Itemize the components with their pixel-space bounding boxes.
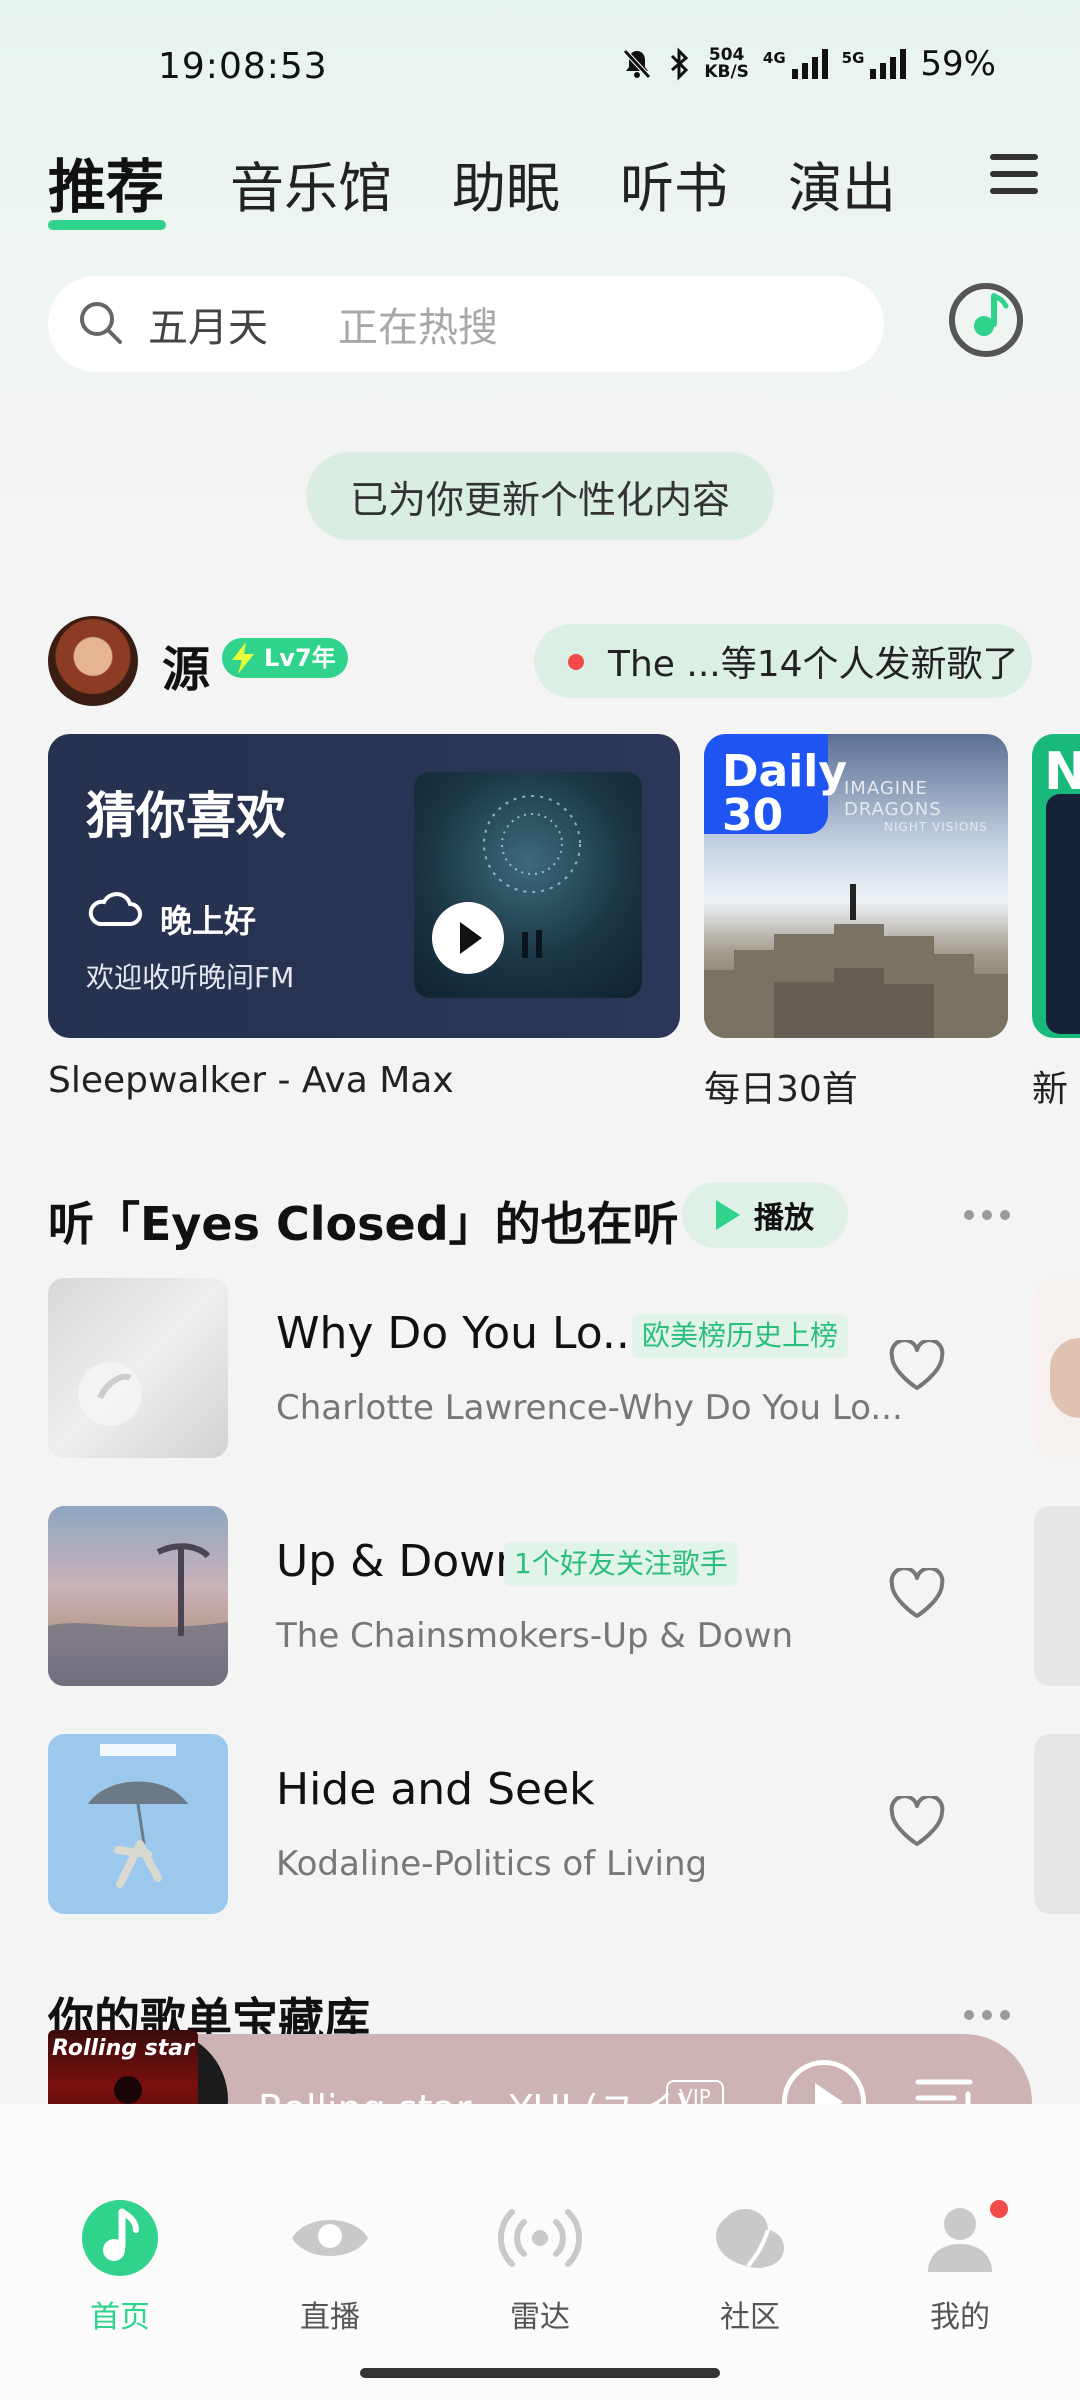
guess-you-like-card[interactable]: 猜你喜欢 晚上好 欢迎收听晚间FM — [48, 734, 680, 1038]
lightning-icon — [232, 642, 254, 674]
search-icon — [80, 302, 122, 344]
song-tag: 1个好友关注歌手 — [504, 1542, 738, 1586]
song-title: Hide and Seek — [276, 1764, 595, 1815]
nav-community[interactable]: 社区 — [680, 2196, 820, 2336]
search-bar[interactable]: 五月天 正在热搜 — [48, 276, 884, 372]
friends-new-songs-pill[interactable]: The ...等14个人发新歌了 — [534, 624, 1032, 698]
music-note-icon — [82, 2200, 158, 2276]
new-songs-card[interactable]: N — [1032, 734, 1080, 1038]
bluetooth-icon — [671, 47, 689, 81]
tab-sleep[interactable]: 助眠 — [452, 144, 560, 223]
greeting: 晚上好 — [160, 902, 257, 940]
tab-shows[interactable]: 演出 — [788, 144, 896, 223]
mute-bell-icon — [623, 49, 652, 79]
album-art-text: IMAGINE DRAGONS NIGHT VISIONS — [844, 778, 988, 834]
song-cover — [48, 1278, 228, 1458]
music-recognition-icon[interactable] — [948, 282, 1024, 358]
notification-dot — [990, 2200, 1008, 2218]
cloud-icon — [88, 892, 142, 926]
new-songs-caption[interactable]: 新 — [1032, 1060, 1068, 1112]
song-title: Up & Down — [276, 1536, 524, 1587]
menu-icon[interactable] — [990, 154, 1038, 194]
song-artist: Charlotte Lawrence-Why Do You Lo... — [276, 1388, 903, 1428]
stone-steps-art — [704, 884, 1008, 1038]
side-peek-card[interactable] — [1034, 1278, 1080, 1458]
more-icon[interactable] — [964, 1210, 1012, 1222]
eye-icon — [292, 2220, 368, 2256]
section-title-treasure: 你的歌单宝藏库 — [48, 1993, 370, 2036]
song-title: Why Do You Lo... — [276, 1308, 644, 1359]
nav-profile[interactable]: 我的 — [890, 2196, 1030, 2336]
avatar[interactable] — [48, 616, 138, 706]
heart-icon[interactable] — [888, 1340, 946, 1392]
heart-icon[interactable] — [888, 1568, 946, 1620]
radar-icon — [497, 2209, 583, 2267]
song-cover — [48, 1734, 228, 1914]
search-hint: 正在热搜 — [338, 305, 498, 351]
side-peek-card[interactable] — [1034, 1506, 1080, 1686]
net-speed: 504 KB/S — [704, 45, 749, 82]
nav-live[interactable]: 直播 — [260, 2196, 400, 2336]
fm-subtitle: 欢迎收听晚间FM — [86, 961, 295, 994]
song-row[interactable]: Why Do You Lo... 欧美榜历史上榜 Charlotte Lawre… — [48, 1278, 1048, 1458]
signal-2-icon: 5G — [842, 49, 907, 79]
level-badge: Lv7年 — [222, 638, 348, 678]
status-bar: 19:08:53 504 KB/S 4G 5G 59% — [0, 40, 1080, 100]
fm-play-button[interactable] — [432, 902, 504, 974]
song-cover — [48, 1506, 228, 1686]
song-tag: 欧美榜历史上榜 — [632, 1314, 849, 1358]
song-artist: The Chainsmokers-Up & Down — [276, 1616, 794, 1656]
play-all-button[interactable]: 播放 — [682, 1182, 848, 1248]
signal-1-icon: 4G — [763, 49, 828, 79]
heart-icon[interactable] — [888, 1796, 946, 1848]
nav-home[interactable]: 首页 — [50, 2196, 190, 2336]
tab-recommend[interactable]: 推荐 — [48, 140, 164, 224]
song-artist: Kodaline-Politics of Living — [276, 1844, 708, 1884]
nav-radar[interactable]: 雷达 — [470, 2196, 610, 2336]
battery-level: 59% — [920, 44, 996, 84]
song-row[interactable]: Up & Down 1个好友关注歌手 The Chainsmokers-Up &… — [48, 1506, 1048, 1686]
guess-caption[interactable]: Sleepwalker - Ava Max — [48, 1060, 454, 1101]
red-dot-icon — [568, 654, 584, 670]
status-time: 19:08:53 — [158, 46, 328, 87]
daily-caption[interactable]: 每日30首 — [704, 1060, 858, 1112]
personalized-update-notice: 已为你更新个性化内容 — [306, 452, 774, 540]
more-icon[interactable] — [964, 2010, 1012, 2022]
side-peek-card[interactable] — [1034, 1734, 1080, 1914]
tab-music-hall[interactable]: 音乐馆 — [230, 144, 392, 223]
card-title: 猜你喜欢 — [86, 787, 286, 845]
home-indicator[interactable] — [360, 2368, 720, 2378]
section-title-similar: 听「Eyes Closed」的也在听 — [48, 1197, 679, 1251]
daily-badge-text: Daily 30 — [722, 746, 848, 841]
top-tabs: 推荐 音乐馆 助眠 听书 演出 — [48, 140, 1038, 230]
song-row[interactable]: Hide and Seek Kodaline-Politics of Livin… — [48, 1734, 1048, 1914]
daily-30-card[interactable]: Daily 30 IMAGINE DRAGONS NIGHT VISIONS — [704, 734, 1008, 1038]
tab-audiobooks[interactable]: 听书 — [620, 144, 728, 223]
search-keyword: 五月天 — [148, 305, 268, 351]
community-icon — [716, 2208, 785, 2268]
active-tab-indicator — [48, 220, 166, 230]
status-icons: 504 KB/S 4G 5G 59% — [620, 44, 996, 84]
username: 源 — [162, 642, 211, 698]
